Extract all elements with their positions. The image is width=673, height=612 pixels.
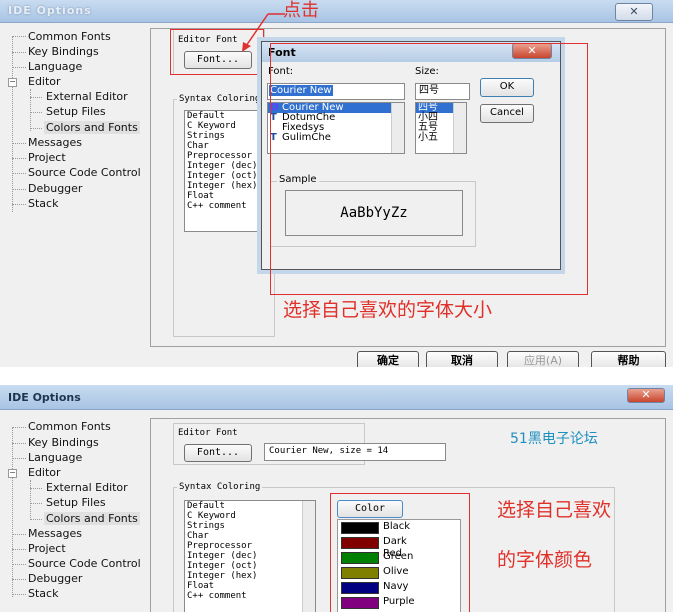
font-description-field: Courier New, size = 14: [264, 443, 446, 461]
title-bar: IDE Options ✕: [0, 385, 673, 410]
list-item[interactable]: Char: [185, 531, 315, 541]
list-item[interactable]: C Keyword: [185, 511, 315, 521]
tree-item-colors-and-fonts[interactable]: Colors and Fonts: [44, 512, 140, 525]
list-item[interactable]: Strings: [185, 521, 315, 531]
tree-item-stack[interactable]: Stack: [28, 587, 58, 600]
list-item[interactable]: Integer (dec): [185, 551, 315, 561]
tree-item-language[interactable]: Language: [28, 451, 82, 464]
list-item[interactable]: Integer (oct): [185, 561, 315, 571]
tree-item-editor[interactable]: Editor: [28, 466, 61, 479]
list-item[interactable]: Preprocessor: [185, 541, 315, 551]
highlight-color-list: [330, 493, 470, 612]
highlight-font-dialog: [270, 43, 588, 295]
bottom-options-window: IDE Options ✕ − Common Fonts Key Binding…: [0, 385, 673, 612]
window-title: IDE Options: [8, 391, 81, 404]
editor-font-group: Editor Font Font... Courier New, size = …: [173, 423, 446, 465]
collapse-icon[interactable]: −: [8, 469, 17, 478]
font-button[interactable]: Font...: [184, 444, 252, 462]
list-item[interactable]: C++ comment: [185, 591, 315, 601]
ok-button[interactable]: 确定: [357, 351, 419, 367]
tree-item-messages[interactable]: Messages: [28, 527, 82, 540]
tree-item-common-fonts[interactable]: Common Fonts: [28, 420, 111, 433]
top-options-window: IDE Options ✕ − Common Fonts Key Binding…: [0, 0, 673, 367]
tree-item-external-editor[interactable]: External Editor: [46, 481, 128, 494]
apply-button[interactable]: 应用(A): [507, 351, 579, 367]
annotation-color-line2: 的字体颜色: [497, 549, 593, 571]
syntax-element-list[interactable]: Default C Keyword Strings Char Preproces…: [184, 500, 316, 612]
close-button[interactable]: ✕: [627, 388, 665, 403]
list-item[interactable]: Default: [185, 501, 315, 511]
highlight-font-button: [170, 29, 264, 75]
tree-item-project[interactable]: Project: [28, 542, 66, 555]
list-item[interactable]: Integer (hex): [185, 571, 315, 581]
editor-font-label: Editor Font: [176, 428, 240, 438]
annotation-font-size: 选择自己喜欢的字体大小: [283, 299, 493, 321]
tree-item-source-code-control[interactable]: Source Code Control: [28, 557, 141, 570]
tree-item-setup-files[interactable]: Setup Files: [46, 496, 106, 509]
watermark: 51黑电子论坛: [510, 431, 598, 447]
scrollbar[interactable]: [302, 501, 315, 612]
cancel-button[interactable]: 取消: [426, 351, 498, 367]
tree-item-key-bindings[interactable]: Key Bindings: [28, 436, 99, 449]
list-item[interactable]: Float: [185, 581, 315, 591]
help-button[interactable]: 帮助: [591, 351, 666, 367]
annotation-color-line1: 选择自己喜欢: [497, 499, 612, 521]
tree-item-debugger[interactable]: Debugger: [28, 572, 82, 585]
syntax-coloring-label: Syntax Coloring: [177, 482, 263, 492]
